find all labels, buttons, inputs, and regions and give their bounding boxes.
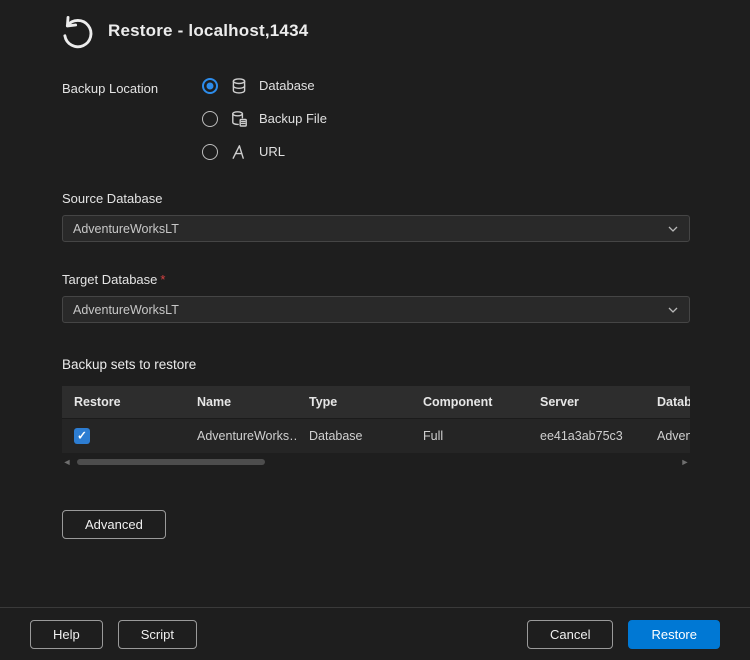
backup-sets-title: Backup sets to restore	[62, 357, 690, 372]
source-database-dropdown[interactable]: AdventureWorksLT	[62, 215, 690, 242]
restore-dialog: Restore - localhost,1434 Backup Location…	[0, 0, 750, 660]
table-row[interactable]: AdventureWorks… Database Full ee41a3ab75…	[62, 419, 690, 454]
cell-name: AdventureWorks…	[185, 419, 297, 454]
help-button[interactable]: Help	[30, 620, 103, 649]
dialog-header: Restore - localhost,1434	[0, 0, 750, 50]
col-database: Database	[645, 386, 690, 419]
database-icon	[229, 76, 248, 95]
table-header-row: Restore Name Type Component Server Datab…	[62, 386, 690, 419]
target-database-value: AdventureWorksLT	[73, 303, 179, 317]
col-server: Server	[528, 386, 645, 419]
scrollbar-thumb[interactable]	[77, 459, 265, 465]
backup-location-field: Backup Location Database	[62, 76, 690, 161]
advanced-button[interactable]: Advanced	[62, 510, 166, 539]
required-marker: *	[160, 272, 165, 287]
page-title: Restore - localhost,1434	[108, 21, 308, 41]
radio-option-backup-file[interactable]: Backup File	[202, 109, 327, 128]
backup-location-radio-group: Database Backup File	[202, 76, 327, 161]
scroll-right-icon[interactable]: ►	[680, 456, 690, 468]
radio-backup-file[interactable]	[202, 111, 218, 127]
source-database-value: AdventureWorksLT	[73, 222, 179, 236]
chevron-down-icon	[667, 304, 679, 316]
horizontal-scrollbar[interactable]: ◄ ►	[62, 456, 690, 468]
backup-sets-table: Restore Name Type Component Server Datab…	[62, 386, 690, 453]
cell-component: Full	[411, 419, 528, 454]
chevron-down-icon	[667, 223, 679, 235]
dialog-footer: Help Script Cancel Restore	[0, 607, 750, 660]
radio-label-url: URL	[259, 144, 285, 159]
radio-url[interactable]	[202, 144, 218, 160]
target-database-label: Target Database*	[62, 272, 690, 287]
radio-label-backup-file: Backup File	[259, 111, 327, 126]
cell-database: Adventu…	[645, 419, 690, 454]
backup-file-icon	[229, 109, 248, 128]
script-button[interactable]: Script	[118, 620, 197, 649]
radio-label-database: Database	[259, 78, 315, 93]
scrollbar-track[interactable]	[75, 458, 677, 466]
col-component: Component	[411, 386, 528, 419]
target-database-dropdown[interactable]: AdventureWorksLT	[62, 296, 690, 323]
backup-location-label: Backup Location	[62, 76, 202, 161]
radio-database[interactable]	[202, 78, 218, 94]
cell-server: ee41a3ab75c3	[528, 419, 645, 454]
col-type: Type	[297, 386, 411, 419]
url-icon	[229, 142, 248, 161]
scroll-left-icon[interactable]: ◄	[62, 456, 72, 468]
radio-option-url[interactable]: URL	[202, 142, 327, 161]
dialog-content: Backup Location Database	[0, 76, 750, 539]
restore-checkbox[interactable]	[74, 428, 90, 444]
radio-option-database[interactable]: Database	[202, 76, 327, 95]
restore-icon	[56, 12, 94, 50]
col-name: Name	[185, 386, 297, 419]
cancel-button[interactable]: Cancel	[527, 620, 613, 649]
cell-type: Database	[297, 419, 411, 454]
col-restore: Restore	[62, 386, 185, 419]
restore-button[interactable]: Restore	[628, 620, 720, 649]
source-database-label: Source Database	[62, 191, 690, 206]
